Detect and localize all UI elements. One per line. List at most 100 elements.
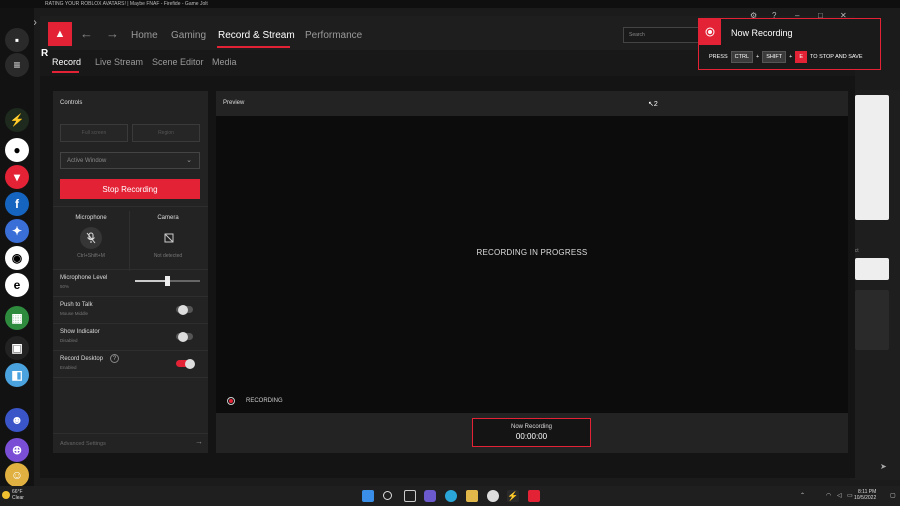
nav-record-stream[interactable]: Record & Stream [218,30,295,41]
avatar[interactable]: ▦ [5,306,29,330]
controls-title: Controls [60,100,83,106]
mouse-cursor-icon: ↖2 [648,101,658,108]
camera-status: Not detected [153,253,183,259]
microphone-muted-icon [86,232,96,244]
divider [53,269,208,270]
divider [53,433,208,434]
tab-live-stream[interactable]: Live Stream [95,57,143,67]
nav-gaming[interactable]: Gaming [171,30,206,41]
avatar[interactable]: ✦ [5,219,29,243]
bolt-icon[interactable]: ⚡ [507,490,519,502]
avatar[interactable]: e [5,273,29,297]
cursor-label: 2 [653,101,658,108]
nav-home[interactable]: Home [131,30,158,41]
partial-heading: R [41,48,49,59]
plus: + [789,54,793,60]
capture-mode-select[interactable]: Active Window ⌄ [60,152,200,169]
tab-scene-editor[interactable]: Scene Editor [152,57,204,67]
help-icon[interactable]: ? [110,354,119,363]
toast-title: Now Recording [731,28,793,38]
divider [53,377,208,378]
microphone-title: Microphone [75,215,107,221]
amd-taskbar-icon[interactable] [528,490,540,502]
mic-mute-button[interactable] [80,227,102,249]
push-to-talk-label: Push to Talk [60,302,93,308]
record-icon [699,19,721,45]
arrow-right-icon[interactable]: → [195,437,203,446]
background-card [855,290,889,350]
file-explorer-icon[interactable] [466,490,478,502]
weather-moon-icon[interactable] [2,491,10,499]
push-to-talk-toggle[interactable] [176,304,193,315]
edge-icon[interactable] [445,490,457,502]
avatar[interactable]: ◧ [5,363,29,387]
avatar[interactable]: f [5,192,29,216]
controls-panel: Controls Full screen Region Active Windo… [53,91,208,453]
chat-icon[interactable] [424,490,436,502]
full-screen-button[interactable]: Full screen [60,124,128,142]
mic-level-label: Microphone Level [60,275,108,281]
gamepad-icon[interactable]: ▪ [5,28,29,52]
divider [53,350,208,351]
mic-level-slider-thumb[interactable] [165,276,170,286]
avatar[interactable]: ▣ [5,336,29,360]
stop-recording-button[interactable]: Stop Recording [60,179,200,199]
send-icon[interactable]: ➤ [880,462,887,471]
advanced-settings-link[interactable]: Advanced Settings [60,441,106,447]
speaker-icon[interactable]: ◁ [837,492,842,499]
bolt-icon[interactable]: ⚡ [5,108,29,132]
nav-performance[interactable]: Performance [305,30,362,41]
camera-off-icon[interactable] [162,231,176,245]
preview-footer: Now Recording 00:00:00 [216,413,848,453]
chrome-icon[interactable] [487,490,499,502]
browser-tab-title[interactable]: RATING YOUR ROBLOX AVATARS! | Maybe FNAF… [45,0,315,8]
preview-panel: Preview ↖2 RECORDING IN PROGRESS RECORDI… [216,91,848,453]
preview-header: Preview ↖2 [216,91,848,116]
record-desktop-sub: Enabled [60,365,77,370]
tab-record[interactable]: Record [52,57,81,67]
recording-status-text: RECORDING IN PROGRESS [476,248,588,257]
region-button[interactable]: Region [132,124,200,142]
show-indicator-label: Show Indicator [60,329,100,335]
clock[interactable]: 8:11 PM 10/5/2022 [854,489,876,501]
key-shift: SHIFT [762,51,787,63]
show-indicator-toggle[interactable] [176,331,193,342]
divider [129,211,130,271]
wifi-icon[interactable]: ◠ [826,492,831,499]
key-ctrl: CTRL [730,51,754,63]
now-recording-box[interactable]: Now Recording 00:00:00 [472,418,591,447]
task-view-icon[interactable] [404,490,416,502]
battery-icon[interactable]: ▭ [847,492,853,499]
amd-software-window: ▲ ← → Home Gaming Record & Stream Perfor… [40,11,855,478]
search-icon[interactable] [383,491,392,500]
toast-suffix: TO STOP AND SAVE [810,54,863,60]
left-dock: ▪ ≡ ⚡ ● ▾ f ✦ ◉ e ▦ ▣ ◧ ☻ ⊕ ☺ [0,8,34,487]
recording-indicator-icon [227,397,235,405]
avatar[interactable]: ● [5,138,29,162]
notification-icon[interactable]: ▢ [890,492,896,499]
chevron-up-icon[interactable]: ⌃ [800,492,805,499]
avatar[interactable]: ◉ [5,246,29,270]
divider [53,296,208,297]
preview-title: Preview [223,100,245,106]
amd-logo-icon[interactable]: ▲ [48,22,72,46]
list-icon[interactable]: ≡ [5,53,29,77]
weather-widget[interactable]: 66°F Clear [12,489,24,501]
recording-toast: Now Recording PRESS CTRL + SHIFT + E TO … [698,18,881,70]
active-tab-indicator [52,71,79,73]
background-image [855,95,889,220]
windows-start-icon[interactable] [362,490,374,502]
back-arrow-icon[interactable]: ← [80,26,93,41]
avatar[interactable]: ☺ [5,463,29,487]
tab-media[interactable]: Media [212,57,237,67]
toast-press: PRESS [709,54,728,60]
avatar[interactable]: ▾ [5,165,29,189]
divider [53,323,208,324]
microphone-shortcut: Ctrl+Shift+M [77,253,105,259]
record-desktop-toggle[interactable] [176,358,195,369]
capture-mode-value: Active Window [67,158,107,164]
gamepad-icon[interactable]: ⊕ [5,438,29,462]
chevron-down-icon: ⌄ [186,157,192,164]
avatar[interactable]: ☻ [5,408,29,432]
forward-arrow-icon[interactable]: → [106,26,119,41]
